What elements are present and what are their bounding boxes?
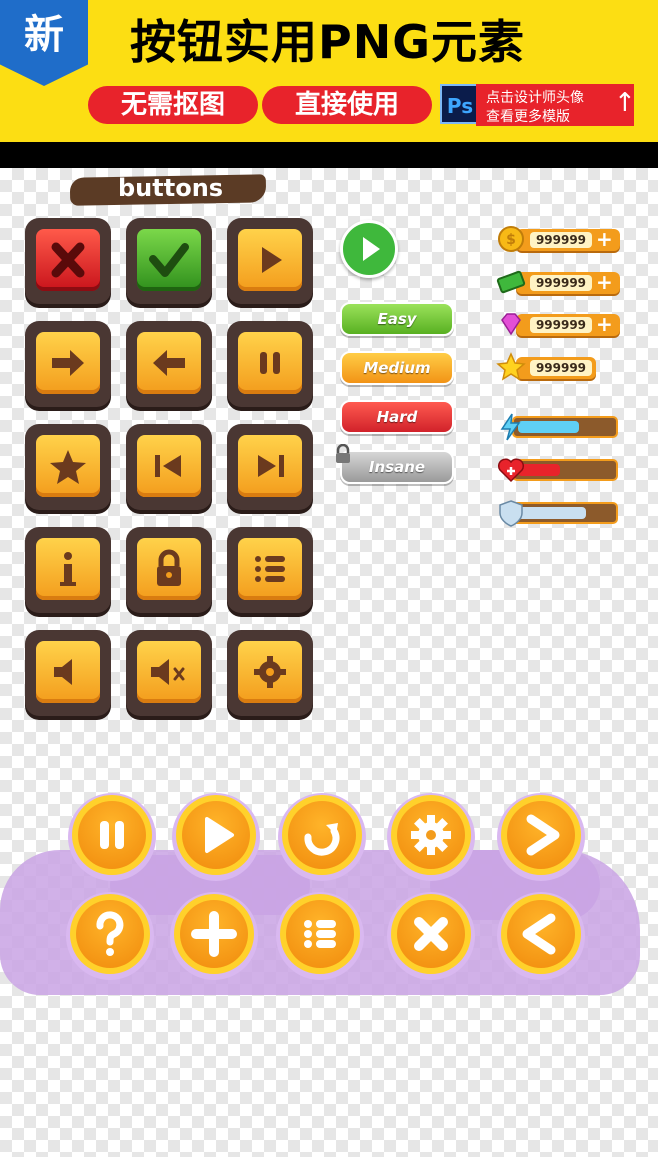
add-cash-button[interactable]: + — [596, 271, 613, 293]
shield-meter — [496, 498, 620, 527]
skip-forward-icon — [258, 455, 284, 477]
round-help-button[interactable] — [66, 892, 154, 980]
designer-promo-link[interactable]: 点击设计师头像 查看更多模版 ↑ — [476, 84, 636, 126]
promo-text-line2: 查看更多模版 — [486, 109, 570, 125]
close-icon — [414, 917, 448, 951]
shield-fill — [518, 507, 586, 519]
add-gems-button[interactable]: + — [596, 313, 613, 335]
gear-icon — [411, 815, 451, 855]
coin-counter: $ 999999 + — [496, 226, 622, 252]
gem-value: 999999 — [530, 317, 592, 333]
heart-icon — [497, 458, 525, 483]
energy-meter — [496, 412, 620, 441]
energy-fill — [518, 421, 579, 433]
info-icon — [60, 552, 76, 586]
round-redo-button[interactable] — [278, 793, 366, 881]
add-coins-button[interactable]: + — [596, 228, 613, 250]
question-icon — [96, 911, 124, 956]
settings-button[interactable] — [227, 630, 313, 716]
round-add-button[interactable] — [170, 892, 258, 980]
pause-icon — [100, 821, 124, 849]
play-icon — [262, 247, 282, 273]
locked-button[interactable] — [126, 527, 212, 613]
round-pause-button[interactable] — [68, 793, 156, 881]
confirm-button[interactable] — [126, 218, 212, 304]
star-icon — [50, 450, 86, 484]
buttons-label-text: buttons — [118, 174, 224, 202]
next-button[interactable] — [25, 321, 111, 407]
round-next-button[interactable] — [497, 793, 585, 881]
round-settings-button[interactable] — [387, 793, 475, 881]
difficulty-medium-button[interactable]: Medium — [340, 351, 454, 385]
gear-icon — [254, 656, 286, 688]
plus-icon — [191, 911, 237, 957]
round-close-button[interactable] — [387, 892, 475, 980]
cash-counter: 999999 + — [496, 269, 622, 294]
arrow-up-icon: ↑ — [614, 88, 636, 118]
play-icon — [205, 817, 234, 853]
chevron-right-icon — [526, 814, 560, 856]
star-icon — [496, 352, 526, 381]
arrow-left-icon — [153, 350, 185, 376]
favorite-button[interactable] — [25, 424, 111, 510]
coin-icon: $ — [498, 226, 524, 252]
star-value: 999999 — [530, 360, 592, 376]
lightning-icon — [500, 413, 521, 441]
shield-icon — [499, 500, 523, 527]
close-button[interactable] — [25, 218, 111, 304]
round-play-button-orange[interactable] — [172, 793, 260, 881]
page-title: 按钮实用PNG元素 — [130, 15, 525, 69]
mute-button[interactable] — [126, 630, 212, 716]
cash-icon — [496, 270, 526, 294]
difficulty-insane-button[interactable]: Insane — [340, 450, 454, 484]
promo-text-line1: 点击设计师头像 — [486, 90, 584, 106]
back-button[interactable] — [126, 321, 212, 407]
health-meter — [496, 455, 620, 483]
list-icon — [304, 920, 336, 948]
arrow-right-icon — [52, 350, 84, 376]
pause-button[interactable] — [227, 321, 313, 407]
round-menu-button[interactable] — [276, 892, 364, 980]
round-back-button[interactable] — [497, 892, 585, 980]
direct-use-pill: 直接使用 — [262, 86, 432, 124]
previous-button[interactable] — [126, 424, 212, 510]
sound-button[interactable] — [25, 630, 111, 716]
menu-button[interactable] — [227, 527, 313, 613]
banner-divider — [0, 142, 658, 168]
chevron-left-icon — [522, 913, 556, 955]
skip-back-icon — [155, 455, 181, 477]
sound-icon — [54, 659, 72, 685]
coin-value: 999999 — [530, 232, 592, 248]
round-play-button[interactable] — [340, 220, 398, 278]
cash-value: 999999 — [530, 275, 592, 291]
mute-icon — [151, 659, 185, 685]
play-icon — [363, 237, 380, 261]
pause-icon — [260, 352, 280, 374]
close-icon — [51, 242, 85, 278]
star-counter: 999999 — [496, 352, 622, 381]
buttons-section-label: buttons — [69, 172, 267, 206]
lock-icon — [157, 549, 181, 586]
difficulty-easy-button[interactable]: Easy — [340, 302, 454, 336]
gem-icon — [501, 313, 521, 336]
list-icon — [255, 556, 285, 582]
info-button[interactable] — [25, 527, 111, 613]
photoshop-icon: Ps — [440, 84, 480, 124]
check-icon — [149, 243, 189, 277]
no-cutout-pill: 无需抠图 — [88, 86, 258, 124]
skip-button[interactable] — [227, 424, 313, 510]
play-button[interactable] — [227, 218, 313, 304]
gem-counter: 999999 + — [496, 311, 622, 336]
lock-icon — [336, 444, 350, 463]
difficulty-hard-button[interactable]: Hard — [340, 400, 454, 434]
svg-text:$: $ — [506, 232, 516, 248]
redo-icon — [304, 823, 340, 856]
